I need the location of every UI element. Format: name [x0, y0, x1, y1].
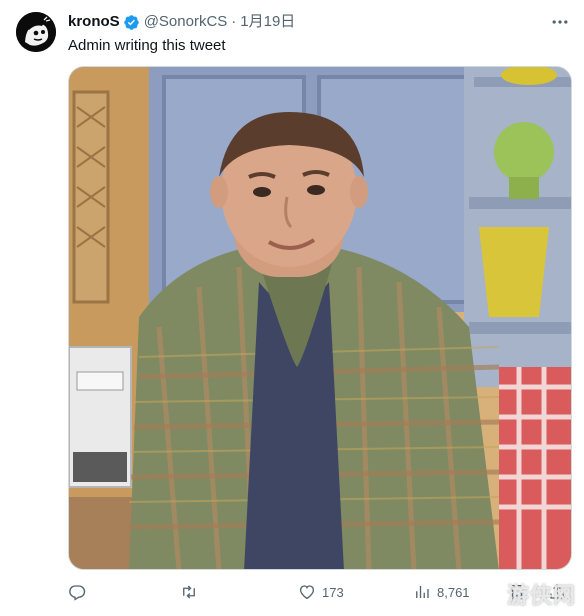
more-icon[interactable] — [550, 12, 570, 32]
tweet-media[interactable] — [68, 66, 572, 570]
tweet-text: Admin writing this tweet — [68, 37, 226, 54]
media-photo — [69, 67, 571, 569]
views-button[interactable]: 8,761 — [413, 580, 470, 604]
like-button[interactable]: 173 — [298, 580, 344, 604]
views-icon — [416, 586, 429, 598]
tweet-actions: 173 8,761 — [68, 580, 568, 604]
reply-button[interactable] — [68, 580, 92, 604]
author-handle[interactable]: @SonorkCS — [144, 12, 228, 32]
retweet-button[interactable] — [180, 580, 204, 604]
display-name[interactable]: kronoS — [68, 12, 120, 32]
like-count: 173 — [322, 584, 344, 600]
watermark-logo: 游侠网 — [506, 584, 576, 609]
views-count: 8,761 — [437, 584, 470, 600]
reply-icon — [69, 585, 86, 601]
like-icon — [299, 585, 315, 600]
tweet-date[interactable]: 1月19日 — [240, 12, 295, 32]
tweet-header: kronoS @SonorkCS · 1月19日 — [68, 12, 295, 32]
avatar[interactable] — [16, 12, 56, 52]
separator-dot: · — [231, 13, 237, 30]
tweet[interactable]: kronoS @SonorkCS · 1月19日 Admin writing t… — [0, 0, 584, 616]
retweet-icon — [183, 585, 195, 599]
verified-icon — [123, 14, 140, 31]
